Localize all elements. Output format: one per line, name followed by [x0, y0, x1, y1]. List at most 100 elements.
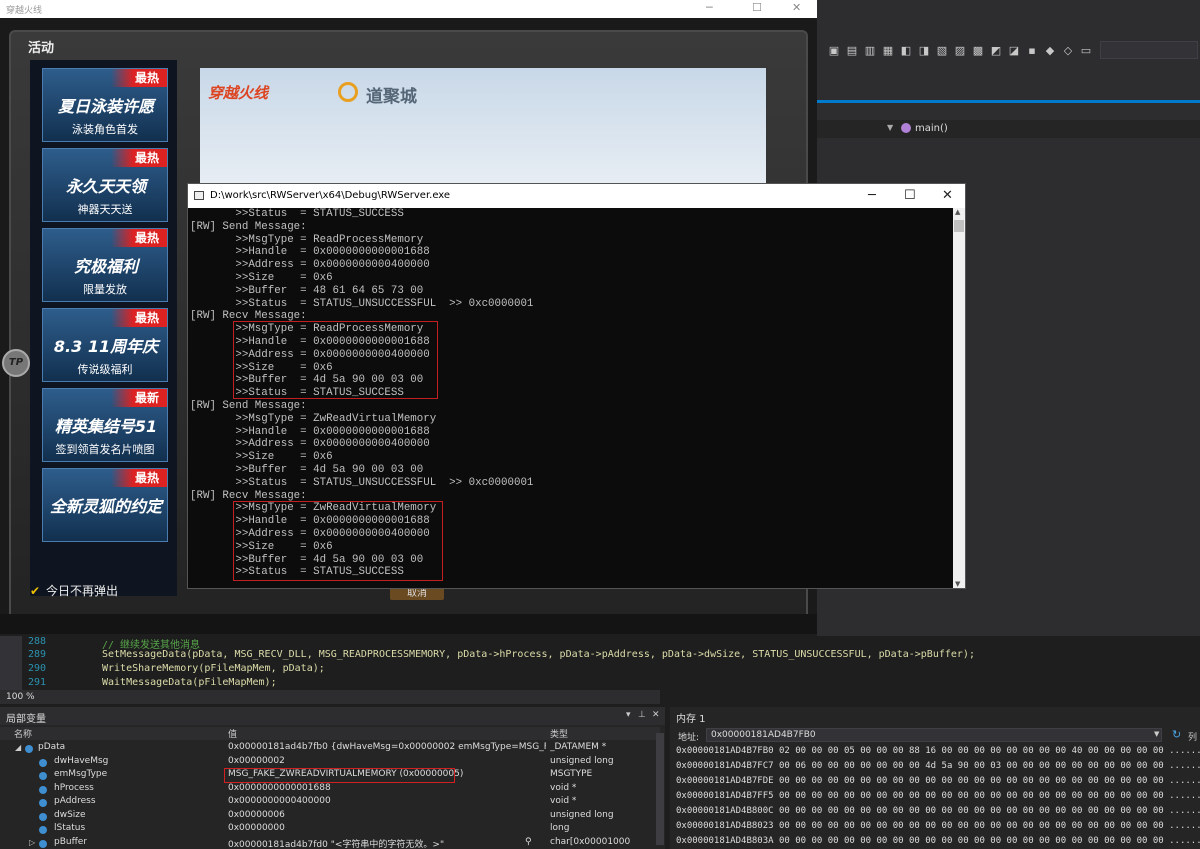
- memory-row[interactable]: 0x00000181AD4B7FC7 00 06 00 00 00 00 00 …: [676, 761, 1200, 776]
- magnifier-icon[interactable]: ⚲: [525, 837, 532, 847]
- banner-subtitle: 传说级福利: [77, 363, 133, 376]
- memory-row[interactable]: 0x00000181AD4B800C 00 00 00 00 00 00 00 …: [676, 806, 1200, 821]
- var-type: unsigned long: [550, 809, 614, 820]
- debug-toolbar-icon[interactable]: ◇: [1061, 44, 1075, 58]
- dropdown-icon[interactable]: ▾: [626, 710, 631, 720]
- console-line: >>Address = 0x0000000000400000: [190, 438, 430, 451]
- banner-item[interactable]: 最新 精英集结号51 签到领首发名片喷图: [42, 388, 168, 462]
- debug-toolbar-icon[interactable]: ▦: [881, 44, 895, 58]
- banner-item[interactable]: 最热 全新灵狐的约定: [42, 468, 168, 542]
- debug-toolbar-icon[interactable]: ▣: [827, 44, 841, 58]
- memory-row[interactable]: 0x00000181AD4B7FB0 02 00 00 00 05 00 00 …: [676, 746, 1200, 761]
- memory-address: 0x00000181AD4B7FB0: [676, 746, 774, 756]
- console-title-bar: D:\work\src\RWServer\x64\Debug\RWServer.…: [188, 184, 965, 208]
- memory-address: 0x00000181AD4B8023: [676, 821, 774, 831]
- var-name: pData: [38, 742, 66, 752]
- chevron-down-icon[interactable]: ▼: [1154, 730, 1159, 738]
- header-name[interactable]: 名称: [14, 727, 32, 740]
- banner-subtitle: 签到领首发名片喷图: [55, 443, 155, 456]
- debug-toolbar-icon[interactable]: ◪: [1007, 44, 1021, 58]
- locals-row[interactable]: lStatus 0x00000000 long: [0, 823, 656, 837]
- memory-row[interactable]: 0x00000181AD4B7FDE 00 00 00 00 00 00 00 …: [676, 776, 1200, 791]
- locals-row[interactable]: ▷ pBuffer 0x00000181ad4b7fd0 "<字符串中的字符无效…: [0, 837, 656, 849]
- console-line: >>MsgType = ZwReadVirtualMemory: [190, 412, 437, 425]
- code-text: WriteShareMemory(pFileMapMem, pData);: [102, 663, 325, 674]
- debug-toolbar-icon[interactable]: ◆: [1043, 44, 1057, 58]
- var-value[interactable]: 0x00000181ad4b7fb0 {dwHaveMsg=0x00000002…: [228, 742, 546, 752]
- function-navigation-bar[interactable]: ▼ main(): [817, 120, 1200, 138]
- breakpoint-gutter[interactable]: [0, 636, 22, 690]
- debug-toolbar-icon[interactable]: ▧: [935, 44, 949, 58]
- var-value[interactable]: 0x00000181ad4b7fd0 "<字符串中的字符无效。>": [228, 837, 518, 849]
- var-name: pAddress: [54, 796, 96, 806]
- var-name: dwSize: [54, 809, 86, 820]
- banner-title: 夏日泳装许愿: [57, 97, 154, 116]
- debug-toolbar-icon[interactable]: ▪: [1025, 44, 1039, 58]
- address-input[interactable]: 0x00000181AD4B7FB0: [706, 728, 1162, 742]
- console-scrollbar[interactable]: ▲ ▼: [953, 208, 965, 588]
- var-value[interactable]: 0x00000002: [228, 756, 285, 766]
- header-type[interactable]: 类型: [550, 727, 568, 740]
- minimize-icon[interactable]: ─: [868, 184, 876, 208]
- no-popup-checkbox[interactable]: ✔ 今日不再弹出: [30, 582, 118, 599]
- scroll-thumb[interactable]: [954, 220, 964, 232]
- new-tag: 最新: [110, 389, 167, 407]
- memory-address: 0x00000181AD4B803A: [676, 836, 774, 846]
- chevron-down-icon[interactable]: ▼: [887, 123, 893, 132]
- console-line: >>Status = STATUS_SUCCESS: [190, 208, 404, 220]
- columns-label[interactable]: 列: [1188, 730, 1197, 743]
- zoom-level[interactable]: 100 %: [0, 690, 660, 704]
- debug-toolbar-icon[interactable]: ▤: [845, 44, 859, 58]
- banner-title: 永久天天领: [65, 177, 146, 196]
- var-value[interactable]: 0x00000000: [228, 823, 285, 833]
- expand-arrow-icon[interactable]: ◢: [15, 743, 21, 752]
- memory-hex: 00 00 00 00 00 00 00 00 00 00 00 00 00 0…: [778, 806, 1164, 816]
- banner-item[interactable]: 最热 8.3 11周年庆 传说级福利: [42, 308, 168, 382]
- var-value[interactable]: 0x00000006: [228, 810, 285, 820]
- memory-row[interactable]: 0x00000181AD4B8023 00 00 00 00 00 00 00 …: [676, 821, 1200, 836]
- tp-badge-icon[interactable]: TP: [2, 349, 30, 377]
- debug-toolbar-icon[interactable]: ▩: [971, 44, 985, 58]
- code-line: 290 WriteShareMemory(pFileMapMem, pData)…: [0, 663, 1200, 678]
- debug-toolbar-icon[interactable]: ◧: [899, 44, 913, 58]
- minimize-icon[interactable]: ─: [706, 1, 713, 14]
- toolbar-search-input[interactable]: [1100, 41, 1198, 59]
- variable-icon: [39, 826, 47, 834]
- debug-toolbar-icon[interactable]: ▥: [863, 44, 877, 58]
- memory-row[interactable]: 0x00000181AD4B803A 00 00 00 00 00 00 00 …: [676, 836, 1200, 848]
- banner-item[interactable]: 最热 究极福利 限量发放: [42, 228, 168, 302]
- var-type: char[0x00001000]: [550, 836, 630, 847]
- pin-icon[interactable]: ⊥: [638, 710, 646, 720]
- debug-toolbar-icon[interactable]: ◩: [989, 44, 1003, 58]
- locals-scrollbar[interactable]: [656, 733, 664, 845]
- expand-arrow-icon[interactable]: ▷: [29, 838, 35, 847]
- memory-row[interactable]: 0x00000181AD4B7FF5 00 00 00 00 00 00 00 …: [676, 791, 1200, 806]
- close-icon[interactable]: ✕: [792, 1, 801, 14]
- var-value[interactable]: 0x0000000000001688: [228, 783, 331, 793]
- close-icon[interactable]: ✕: [652, 710, 660, 720]
- debug-toolbar-icon[interactable]: ◨: [917, 44, 931, 58]
- close-icon[interactable]: ✕: [942, 184, 953, 208]
- scroll-up-icon[interactable]: ▲: [955, 208, 960, 216]
- scroll-down-icon[interactable]: ▼: [955, 580, 960, 588]
- comment-icon[interactable]: ▭: [1079, 44, 1093, 58]
- refresh-icon[interactable]: ↻: [1172, 728, 1181, 741]
- locals-row[interactable]: ◢ pData 0x00000181ad4b7fb0 {dwHaveMsg=0x…: [0, 742, 656, 756]
- locals-row[interactable]: dwHaveMsg 0x00000002 unsigned long: [0, 756, 656, 770]
- banner-subtitle: 限量发放: [83, 283, 127, 296]
- locals-row[interactable]: hProcess 0x0000000000001688 void *: [0, 783, 656, 797]
- hot-tag: 最热: [110, 309, 167, 327]
- maximize-icon[interactable]: ☐: [904, 184, 916, 208]
- maximize-icon[interactable]: ☐: [752, 1, 762, 14]
- banner-item[interactable]: 最热 永久天天领 神器天天送: [42, 148, 168, 222]
- header-value[interactable]: 值: [228, 727, 237, 740]
- locals-row[interactable]: pAddress 0x0000000000400000 void *: [0, 796, 656, 810]
- banner-item[interactable]: 最热 夏日泳装许愿 泳装角色首发: [42, 68, 168, 142]
- debug-toolbar-icon[interactable]: ▨: [953, 44, 967, 58]
- code-editor[interactable]: 288 // 继续发送其他消息 289 SetMessageData(pData…: [0, 636, 1200, 690]
- var-value[interactable]: 0x0000000000400000: [228, 796, 331, 806]
- locals-row[interactable]: dwSize 0x00000006 unsigned long: [0, 810, 656, 824]
- var-type: MSGTYPE: [550, 769, 593, 779]
- console-line: >>Buffer = 48 61 64 65 73 00: [190, 284, 424, 297]
- var-name: emMsgType: [54, 769, 108, 779]
